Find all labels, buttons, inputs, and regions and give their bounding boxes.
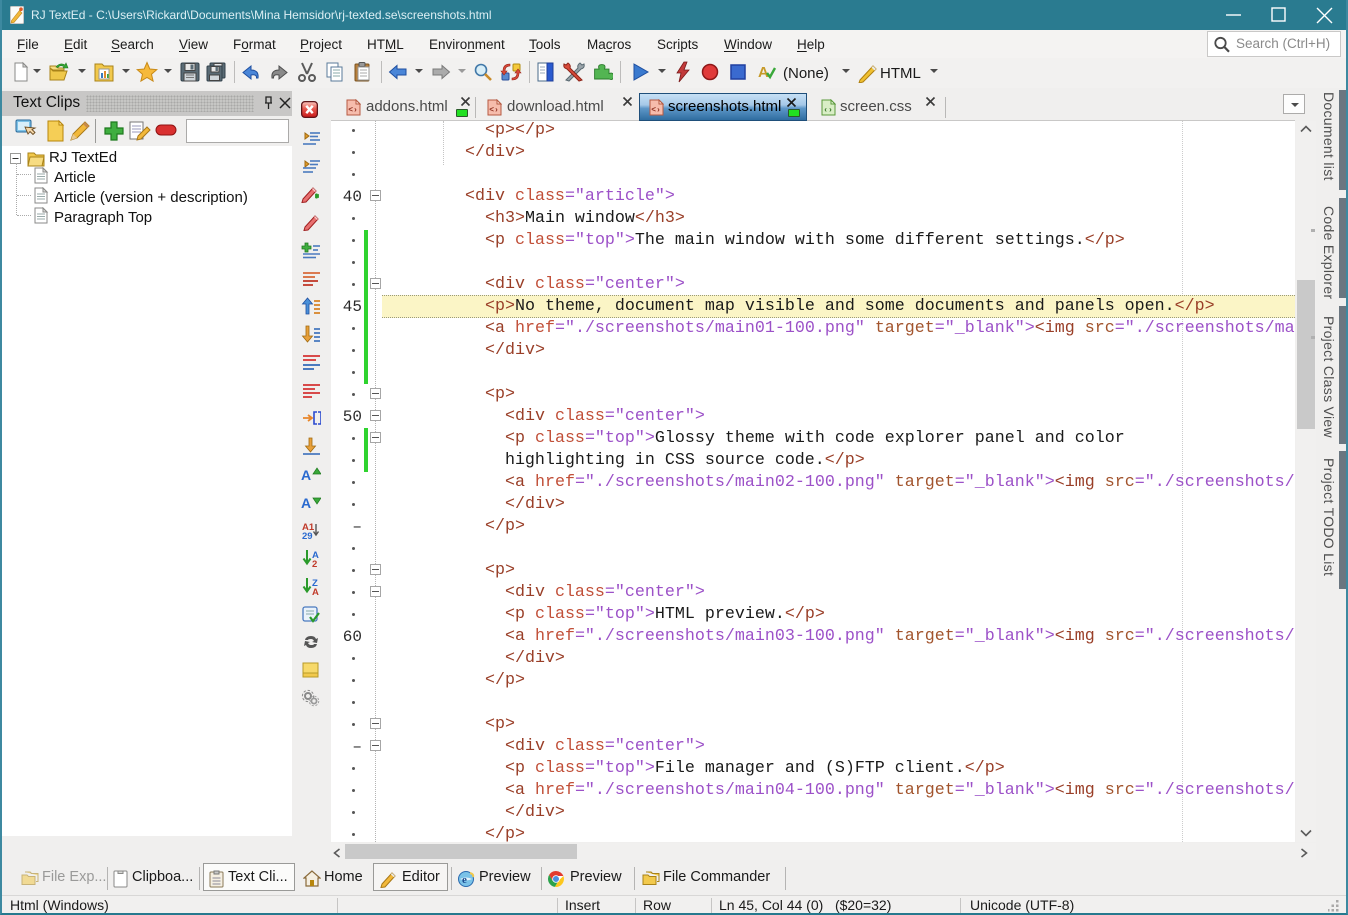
svg-text:e: e [462, 874, 467, 886]
svg-text:29: 29 [302, 531, 313, 539]
svg-text:<›: <› [489, 106, 499, 115]
svg-text:<›: <› [651, 106, 661, 115]
svg-text:A: A [301, 495, 311, 511]
svg-text:A: A [301, 467, 311, 483]
svg-text:A: A [758, 64, 769, 81]
svg-text:2: 2 [312, 559, 317, 567]
svg-text:<›: <› [348, 106, 358, 115]
svg-text:‹›: ‹› [823, 106, 833, 115]
svg-text:A: A [312, 587, 319, 595]
